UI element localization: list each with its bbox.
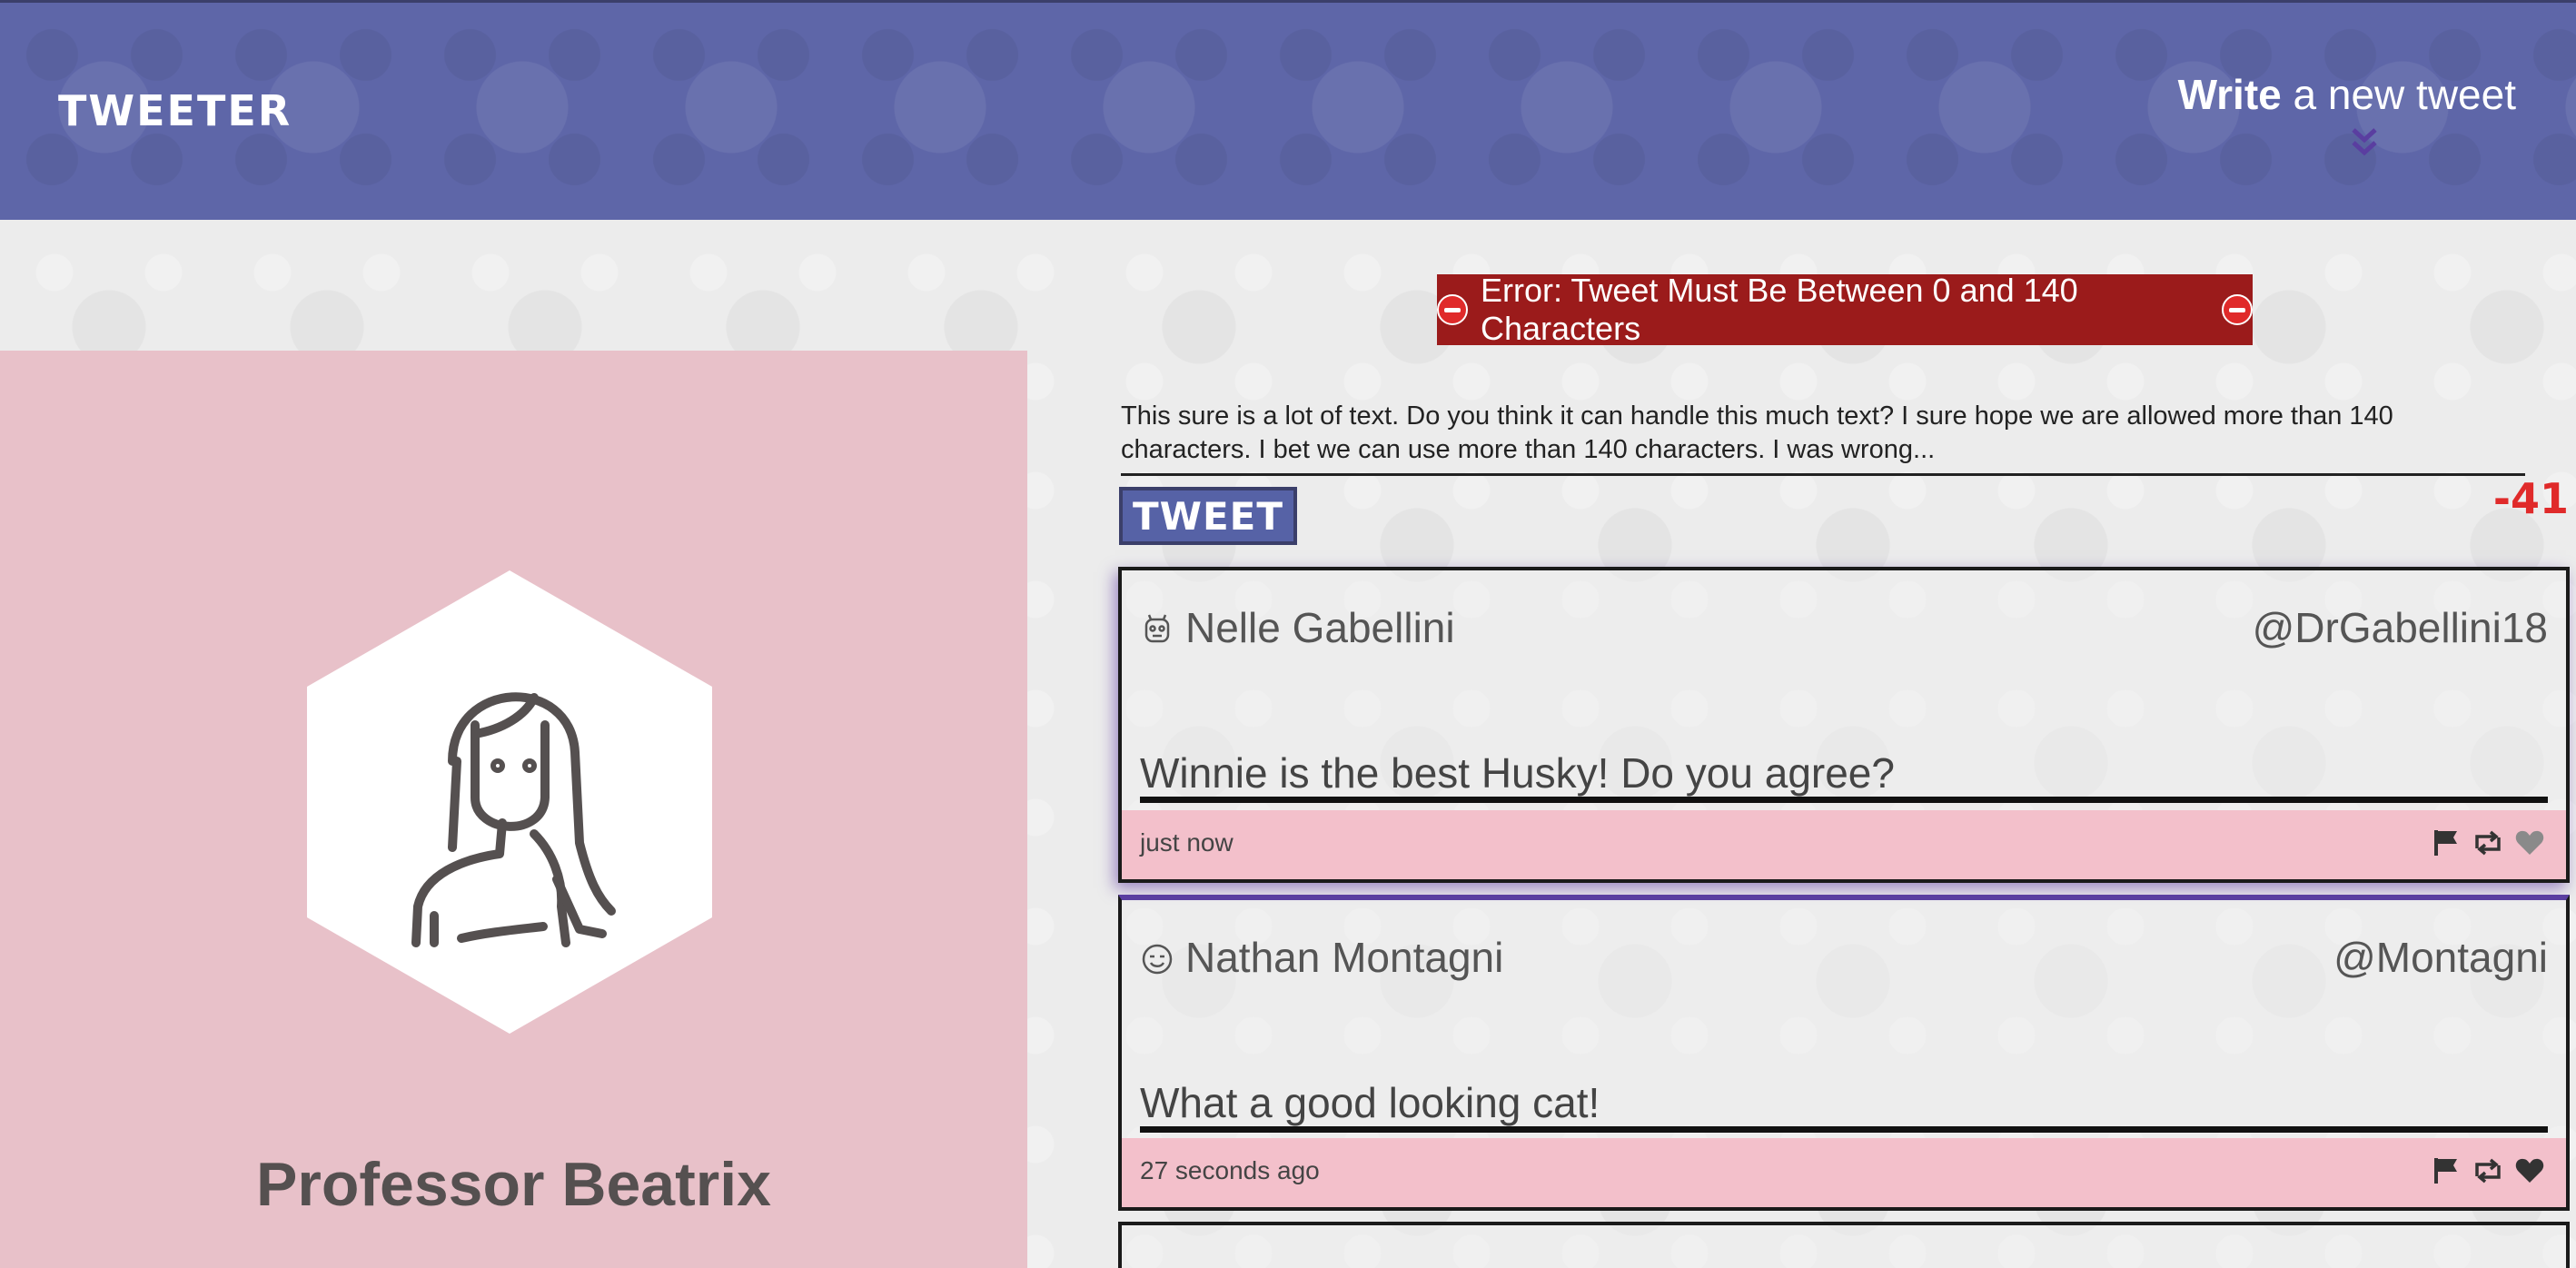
tweet-card: Nathan Montagni @Montagni What a good lo… [1118, 895, 2570, 1211]
tweet-author-name: Nathan Montagni [1185, 934, 1504, 981]
tweet-timestamp: 27 seconds ago [1140, 1156, 1320, 1184]
nav-bar: TWEETER Write a new tweet [0, 0, 2576, 220]
compose-bold-label: Write [2177, 71, 2282, 118]
flag-icon[interactable] [2430, 1154, 2462, 1187]
tweet-author-handle[interactable]: @DrGabellini18 [2253, 603, 2548, 652]
write-new-tweet-link[interactable]: Write a new tweet [2178, 70, 2516, 119]
character-counter: -41 [2492, 474, 2569, 523]
tweet-card [1118, 1222, 2570, 1268]
woman-avatar-icon [307, 570, 712, 1034]
retweet-icon[interactable] [2472, 1154, 2504, 1187]
tweet-actions [2430, 827, 2546, 859]
tweet-author-name: Nelle Gabellini [1185, 604, 1455, 651]
heart-icon[interactable] [2513, 1154, 2546, 1187]
flag-icon[interactable] [2430, 827, 2462, 859]
tweet-body: Winnie is the best Husky! Do you agree? [1140, 748, 2548, 803]
tweet-button[interactable]: TWEET [1119, 487, 1297, 545]
tweet-actions [2430, 1154, 2546, 1187]
no-entry-icon [2222, 294, 2253, 325]
profile-name: Professor Beatrix [256, 1150, 771, 1219]
tweet-card: Nelle Gabellini @DrGabellini18 Winnie is… [1118, 567, 2570, 883]
compose-rest-label: a new tweet [2281, 71, 2517, 118]
tweet-body: What a good looking cat! [1140, 1078, 2548, 1133]
tweet-header: Nelle Gabellini @DrGabellini18 [1140, 603, 2548, 658]
tweet-author-handle[interactable]: @Montagni [2333, 933, 2548, 982]
smiley-avatar-icon [1142, 944, 1173, 975]
heart-icon[interactable] [2513, 827, 2546, 859]
error-banner: Error: Tweet Must Be Between 0 and 140 C… [1437, 272, 2253, 347]
tweet-textarea[interactable]: This sure is a lot of text. Do you think… [1121, 400, 2525, 476]
tweet-footer: just now [1122, 810, 2566, 879]
tweet-timestamp: just now [1140, 828, 1234, 857]
retweet-icon[interactable] [2472, 827, 2504, 859]
robot-avatar-icon [1144, 614, 1170, 643]
tweet-header: Nathan Montagni @Montagni [1140, 933, 2548, 987]
brand-logo[interactable]: TWEETER [58, 86, 292, 135]
error-text: Error: Tweet Must Be Between 0 and 140 C… [1481, 272, 2078, 347]
no-entry-icon [1437, 294, 1468, 325]
tweet-footer: 27 seconds ago [1122, 1138, 2566, 1207]
double-chevron-down-icon[interactable] [2351, 126, 2378, 157]
